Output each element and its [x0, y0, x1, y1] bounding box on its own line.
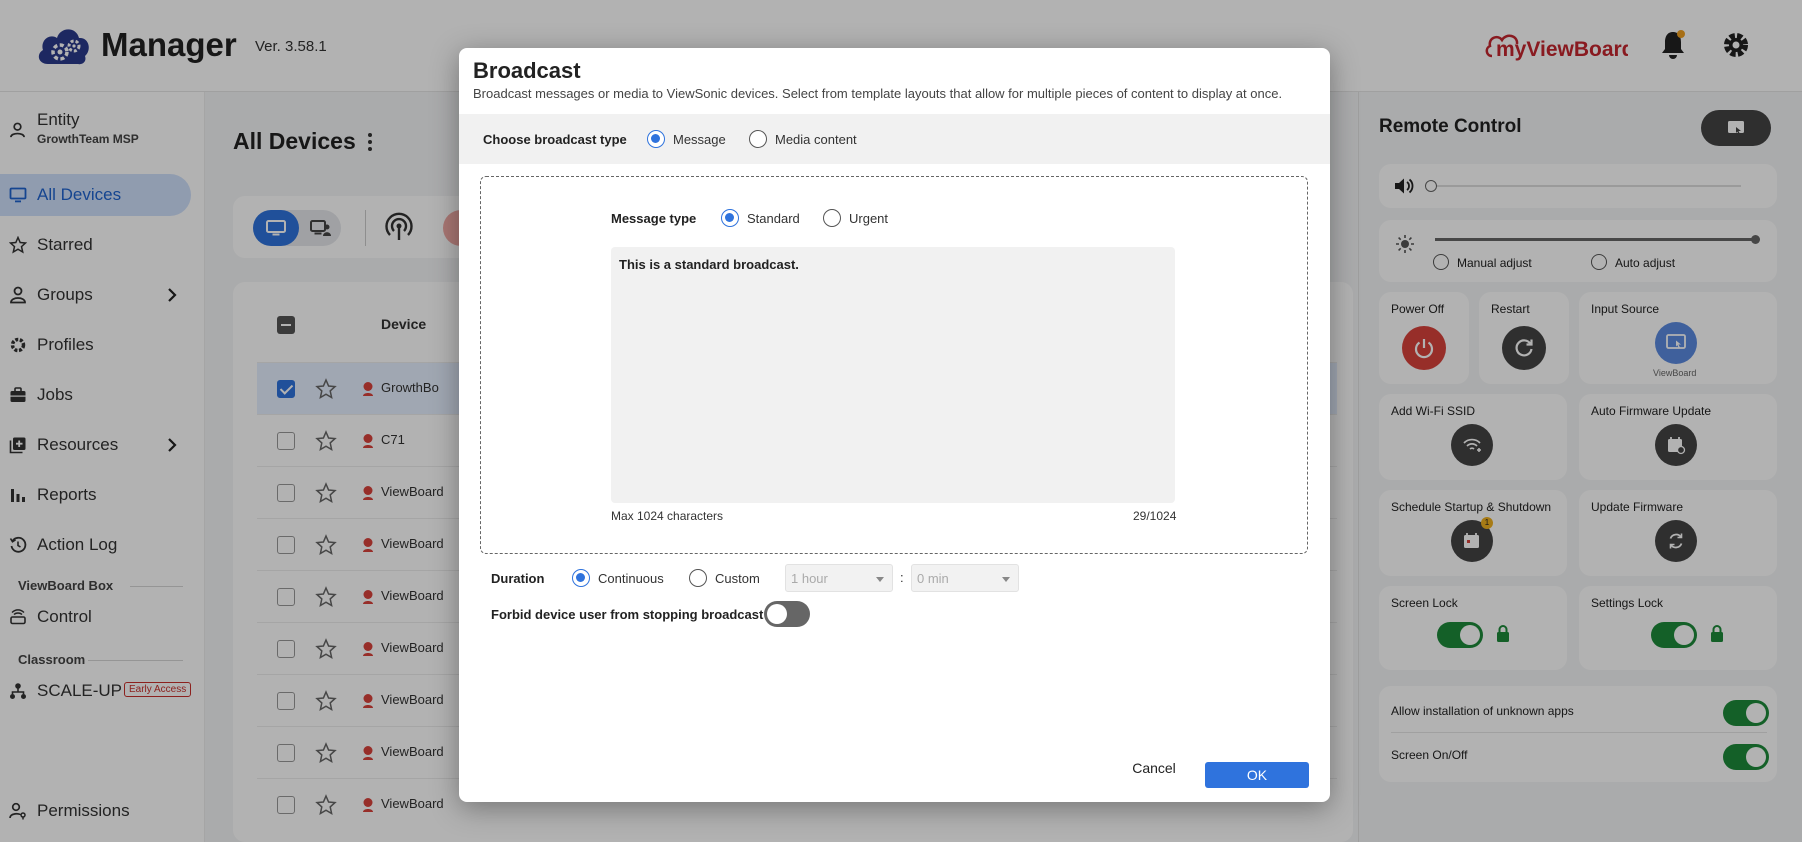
duration-label: Duration [491, 571, 545, 586]
standard-radio[interactable] [721, 209, 739, 227]
cancel-button[interactable]: Cancel [1114, 754, 1194, 782]
urgent-radio[interactable] [823, 209, 841, 227]
custom-option-label: Custom [715, 571, 760, 586]
hour-select-value: 1 hour [791, 571, 828, 586]
dialog-subtitle: Broadcast messages or media to ViewSonic… [473, 86, 1283, 101]
caret-down-icon [1002, 577, 1010, 582]
forbid-stop-toggle[interactable] [764, 601, 810, 627]
standard-option-label: Standard [747, 211, 800, 226]
time-separator: : [900, 570, 904, 585]
dialog-title: Broadcast [473, 58, 581, 83]
minute-select[interactable]: 0 min [911, 564, 1019, 592]
urgent-option-label: Urgent [849, 211, 889, 226]
broadcast-type-label: Choose broadcast type [483, 132, 627, 147]
broadcast-type-bar: Choose broadcast type Message Media cont… [459, 114, 1330, 164]
message-editor-area: Message type Standard Urgent This is a s… [480, 176, 1308, 554]
media-content-radio[interactable] [749, 130, 767, 148]
message-type-radio[interactable] [647, 130, 665, 148]
caret-down-icon [876, 577, 884, 582]
broadcast-dialog: Broadcast Broadcast messages or media to… [459, 48, 1330, 802]
continuous-option-label: Continuous [598, 571, 664, 586]
ok-button[interactable]: OK [1205, 762, 1309, 788]
message-type-label: Message type [611, 211, 697, 226]
message-option-label: Message [673, 132, 726, 147]
continuous-radio[interactable] [572, 569, 590, 587]
minute-select-value: 0 min [917, 571, 949, 586]
max-characters-hint: Max 1024 characters [611, 509, 724, 523]
message-textarea[interactable]: This is a standard broadcast. [611, 247, 1175, 503]
character-count: 29/1024 [1133, 509, 1177, 523]
media-content-option-label: Media content [775, 132, 857, 147]
custom-radio[interactable] [689, 569, 707, 587]
forbid-stop-label: Forbid device user from stopping broadca… [491, 607, 764, 622]
hour-select[interactable]: 1 hour [785, 564, 893, 592]
